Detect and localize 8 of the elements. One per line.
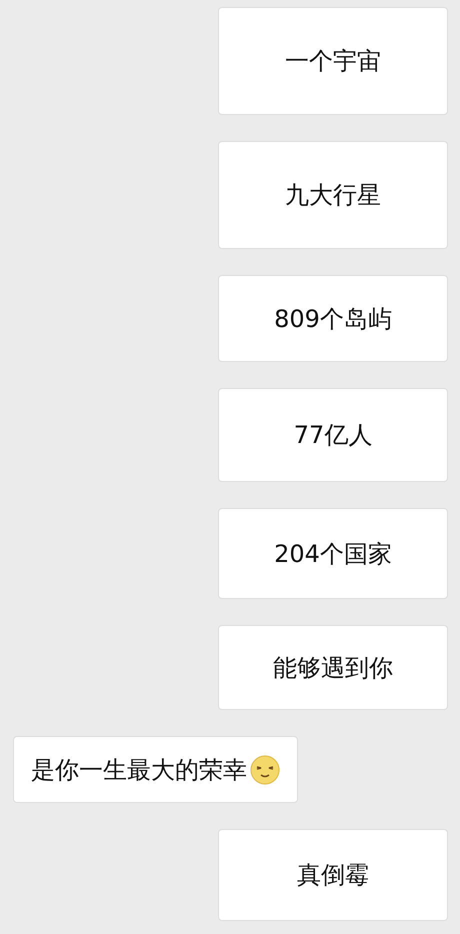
message-text: 真倒霉 [297,860,369,891]
message-text: 77亿人 [294,420,372,451]
message-text: 204个国家 [274,538,392,570]
message-text: 九大行星 [285,180,381,211]
message-text: 809个岛屿 [274,304,392,334]
message-text: 是你一生最大的荣幸 [31,754,247,786]
message-text: 能够遇到你 [273,652,393,684]
message-text: 一个宇宙 [285,46,381,77]
